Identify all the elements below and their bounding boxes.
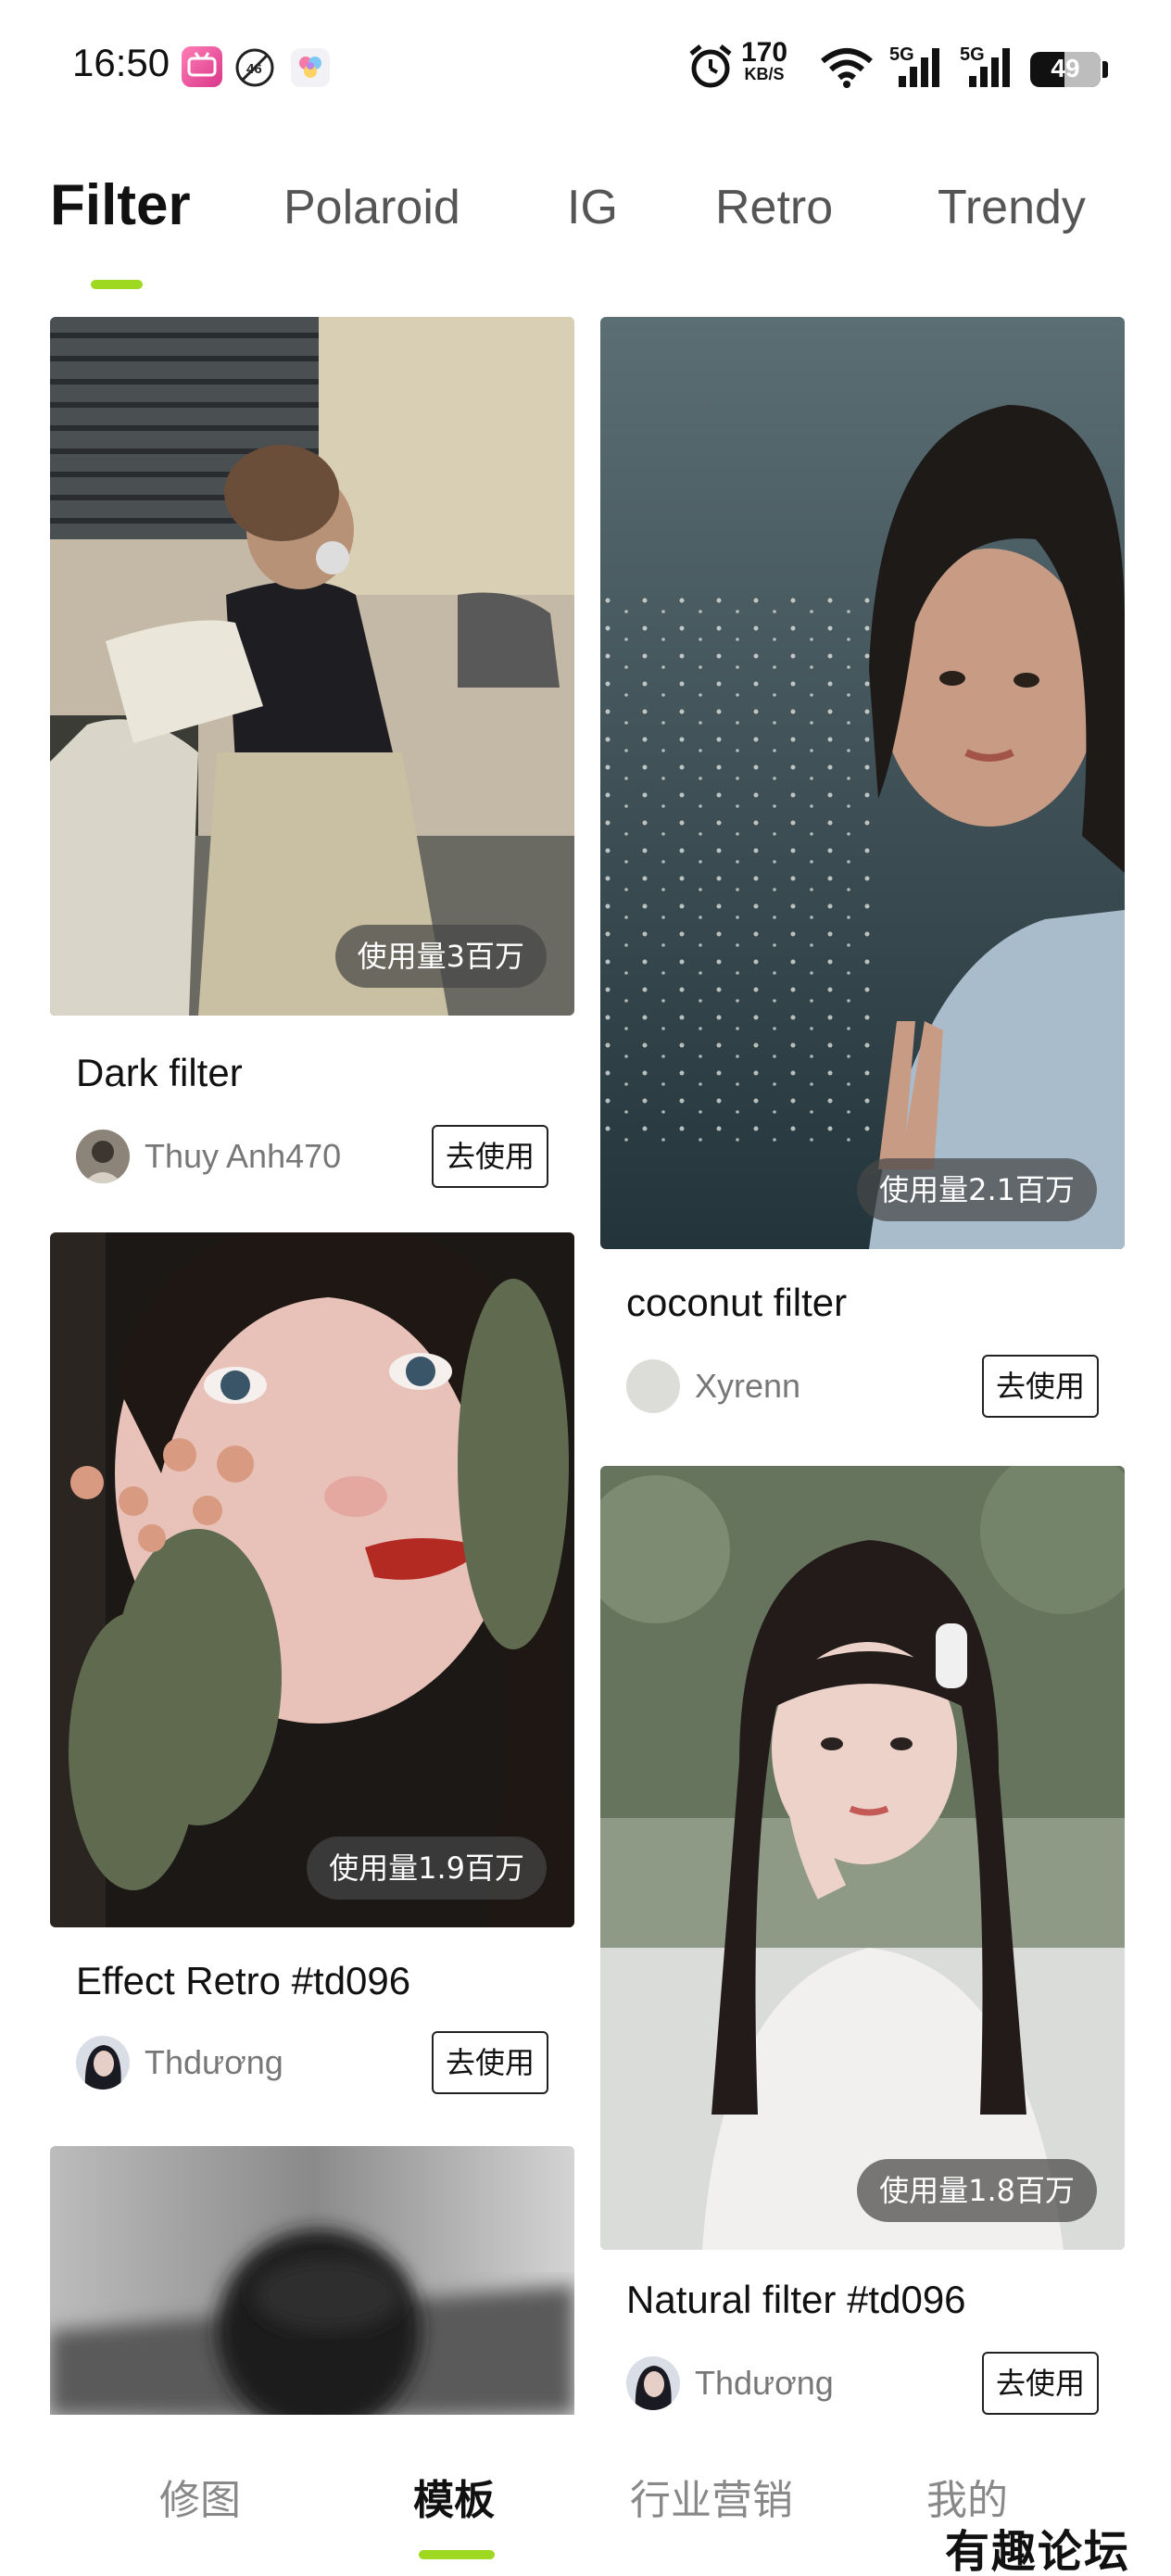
network-speed-value: 170: [741, 37, 788, 68]
battery-icon: 49: [1030, 52, 1101, 87]
thumbnail-image: [600, 317, 1125, 1249]
bottom-navigation: 修图 模板 行业营销 我的 有趣论坛: [0, 2415, 1171, 2576]
use-template-button[interactable]: 去使用: [982, 2352, 1099, 2415]
author-name[interactable]: Xyrenn: [695, 1367, 800, 1406]
network-speed-unit: KB/S: [744, 65, 785, 83]
usage-count-badge: 使用量1.8百万: [857, 2159, 1097, 2222]
avatar: [626, 1359, 680, 1413]
use-template-button[interactable]: 去使用: [432, 2031, 548, 2094]
template-title: Dark filter: [76, 1051, 243, 1094]
active-nav-indicator: [419, 2550, 495, 2559]
battery-tip: [1102, 61, 1108, 78]
thumbnail-image: [600, 1466, 1125, 2250]
category-tabs: Filter Polaroid IG Retro Trendy: [0, 167, 1171, 297]
author-name[interactable]: Thuy Anh470: [145, 1137, 341, 1176]
template-card[interactable]: 使用量2.1百万 coconut filter Xyrenn 去使用: [600, 317, 1125, 1447]
use-template-button[interactable]: 去使用: [982, 1355, 1099, 1418]
signal-5g-label-1: 5G: [889, 44, 914, 65]
author: Xyrenn: [626, 1358, 800, 1414]
photo-app-icon: [289, 46, 332, 93]
usage-count-badge: 使用量1.9百万: [307, 1837, 547, 1900]
battery-level: 49: [1051, 54, 1080, 82]
alarm-icon: [687, 43, 734, 95]
usage-count-badge: 使用量2.1百万: [857, 1158, 1097, 1221]
network-speed: 170 KB/S: [741, 39, 787, 84]
template-card[interactable]: 使用量1.8百万 Natural filter #td096 Thdương 去…: [600, 1466, 1125, 2415]
template-title: coconut filter: [626, 1281, 848, 1324]
template-card[interactable]: [50, 2146, 574, 2415]
bilibili-app-icon: [182, 46, 222, 87]
tab-ig[interactable]: IG: [567, 180, 618, 235]
thumbnail-image: [50, 1232, 574, 1927]
signal-5g-icon-1: 5G: [889, 44, 949, 93]
template-thumbnail[interactable]: 使用量3百万: [50, 317, 574, 1016]
signal-5g-label-2: 5G: [960, 44, 985, 65]
template-title: Effect Retro #td096: [76, 1959, 411, 2002]
avatar: [626, 2356, 680, 2410]
author: Thuy Anh470: [76, 1129, 341, 1184]
author-name[interactable]: Thdương: [695, 2364, 834, 2403]
tab-polaroid[interactable]: Polaroid: [283, 180, 460, 235]
template-thumbnail[interactable]: 使用量1.9百万: [50, 1232, 574, 1927]
status-time: 16:50: [72, 41, 170, 84]
template-thumbnail[interactable]: 使用量2.1百万: [600, 317, 1125, 1249]
author-name[interactable]: Thdương: [145, 2043, 283, 2082]
svg-text:46: 46: [246, 61, 262, 77]
template-thumbnail[interactable]: 使用量1.8百万: [600, 1466, 1125, 2250]
template-card[interactable]: 使用量1.9百万 Effect Retro #td096 Thdương 去使用: [50, 1232, 574, 2122]
author: Thdương: [626, 2355, 834, 2411]
thumbnail-image: [50, 2146, 574, 2415]
tab-retro[interactable]: Retro: [715, 180, 833, 235]
template-card[interactable]: 使用量3百万 Dark filter Thuy Anh470 去使用: [50, 317, 574, 1206]
template-thumbnail[interactable]: [50, 2146, 574, 2415]
nav-templates[interactable]: 模板: [413, 2467, 495, 2526]
avatar: [76, 1130, 130, 1183]
signal-5g-icon-2: 5G: [960, 44, 1019, 93]
nav-industry-marketing[interactable]: 行业营销: [630, 2467, 793, 2526]
template-title: Natural filter #td096: [626, 2278, 966, 2321]
tab-trendy[interactable]: Trendy: [938, 180, 1086, 235]
app-screen: 16:50 46 170 KB/S 5G 5G 49 Filter Polaro…: [0, 0, 1171, 2576]
no-disturb-icon: 46: [233, 46, 276, 93]
nav-edit-photo[interactable]: 修图: [159, 2467, 241, 2526]
wifi-icon: [819, 46, 875, 93]
tab-filter[interactable]: Filter: [50, 172, 191, 238]
use-template-button[interactable]: 去使用: [432, 1125, 548, 1188]
active-tab-indicator: [91, 280, 143, 289]
status-bar: 16:50 46 170 KB/S 5G 5G 49: [0, 0, 1171, 139]
author: Thdương: [76, 2035, 283, 2090]
usage-count-badge: 使用量3百万: [334, 925, 547, 988]
site-watermark: 有趣论坛: [945, 2526, 1131, 2576]
avatar: [76, 2036, 130, 2090]
thumbnail-image: [50, 317, 574, 1016]
